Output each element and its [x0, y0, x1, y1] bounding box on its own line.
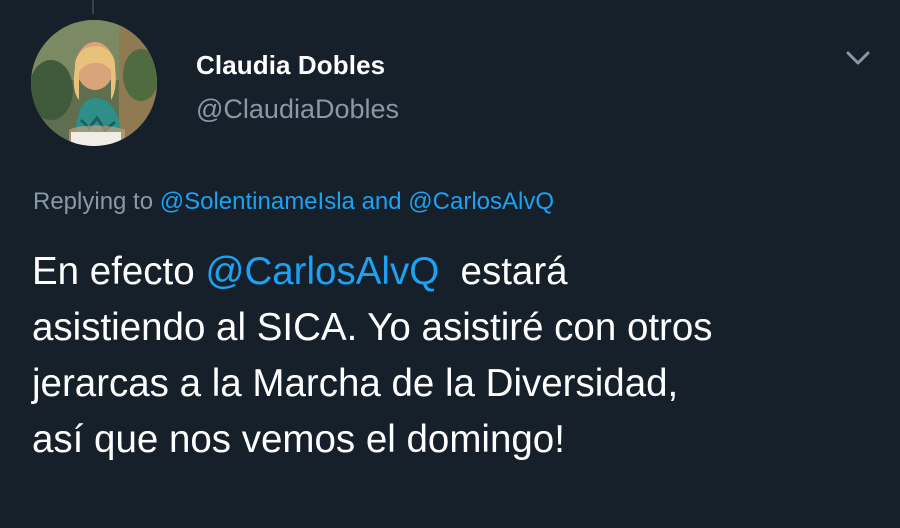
chevron-down-icon: [846, 51, 870, 65]
tweet-mention-carlosalvq[interactable]: @CarlosAlvQ: [205, 250, 439, 293]
tweet-menu-button[interactable]: [840, 40, 876, 76]
tweet-text-start: En efecto: [32, 250, 195, 293]
author-display-name[interactable]: Claudia Dobles: [196, 50, 385, 81]
tweet-text-end: estará: [460, 250, 568, 293]
thread-connector-line: [92, 0, 94, 14]
tweet-text-line-3: jerarcas a la Marcha de la Diversidad,: [32, 362, 679, 405]
reply-mention-carlosalvq[interactable]: @CarlosAlvQ: [408, 188, 554, 215]
replying-to-label: Replying to: [33, 188, 154, 215]
reply-connector: and: [361, 188, 402, 215]
tweet-text-line-2: asistiendo al SICA. Yo asistiré con otro…: [32, 306, 713, 349]
reply-mention-solentinameisla[interactable]: @SolentinameIsla: [160, 188, 355, 215]
tweet-text: En efecto @CarlosAlvQ estará asistiendo …: [32, 244, 882, 468]
avatar[interactable]: [31, 20, 157, 146]
author-handle[interactable]: @ClaudiaDobles: [196, 94, 399, 125]
replying-to: Replying to @SolentinameIsla and @Carlos…: [33, 188, 554, 216]
tweet-text-line-4: así que nos vemos el domingo!: [32, 418, 565, 461]
tweet-text-line-1: En efecto @CarlosAlvQ estará: [32, 244, 882, 300]
avatar-photo: [31, 20, 157, 146]
tweet[interactable]: Claudia Dobles @ClaudiaDobles Replying t…: [0, 0, 900, 528]
